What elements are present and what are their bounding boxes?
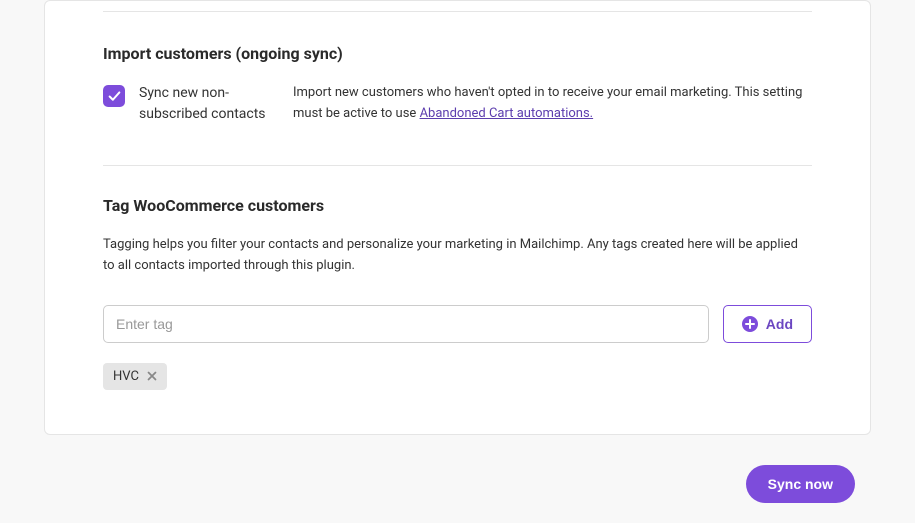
- tag-chip-label: HVC: [113, 369, 139, 384]
- import-customers-title: Import customers (ongoing sync): [103, 44, 812, 63]
- sync-non-subscribed-row: Sync new non-subscribed contacts Import …: [103, 83, 812, 125]
- settings-card: Import customers (ongoing sync) Sync new…: [44, 0, 871, 435]
- close-icon: [145, 369, 159, 383]
- sync-now-button[interactable]: Sync now: [746, 465, 855, 503]
- tag-customers-description: Tagging helps you filter your contacts a…: [103, 235, 812, 277]
- import-customers-section: Import customers (ongoing sync) Sync new…: [103, 12, 812, 125]
- remove-tag-button[interactable]: [145, 369, 159, 383]
- tag-chip: HVC: [103, 363, 167, 390]
- sync-non-subscribed-description: Import new customers who haven't opted i…: [293, 83, 812, 125]
- abandoned-cart-link[interactable]: Abandoned Cart automations.: [420, 106, 594, 121]
- tag-customers-section: Tag WooCommerce customers Tagging helps …: [103, 166, 812, 390]
- add-tag-button[interactable]: Add: [723, 305, 812, 343]
- sync-non-subscribed-label: Sync new non-subscribed contacts: [139, 83, 279, 125]
- check-icon: [108, 90, 121, 103]
- tag-customers-title: Tag WooCommerce customers: [103, 196, 812, 215]
- tag-input[interactable]: [103, 305, 709, 343]
- sync-non-subscribed-checkbox[interactable]: [103, 85, 125, 107]
- plus-circle-icon: [742, 316, 758, 332]
- tag-input-row: Add: [103, 305, 812, 343]
